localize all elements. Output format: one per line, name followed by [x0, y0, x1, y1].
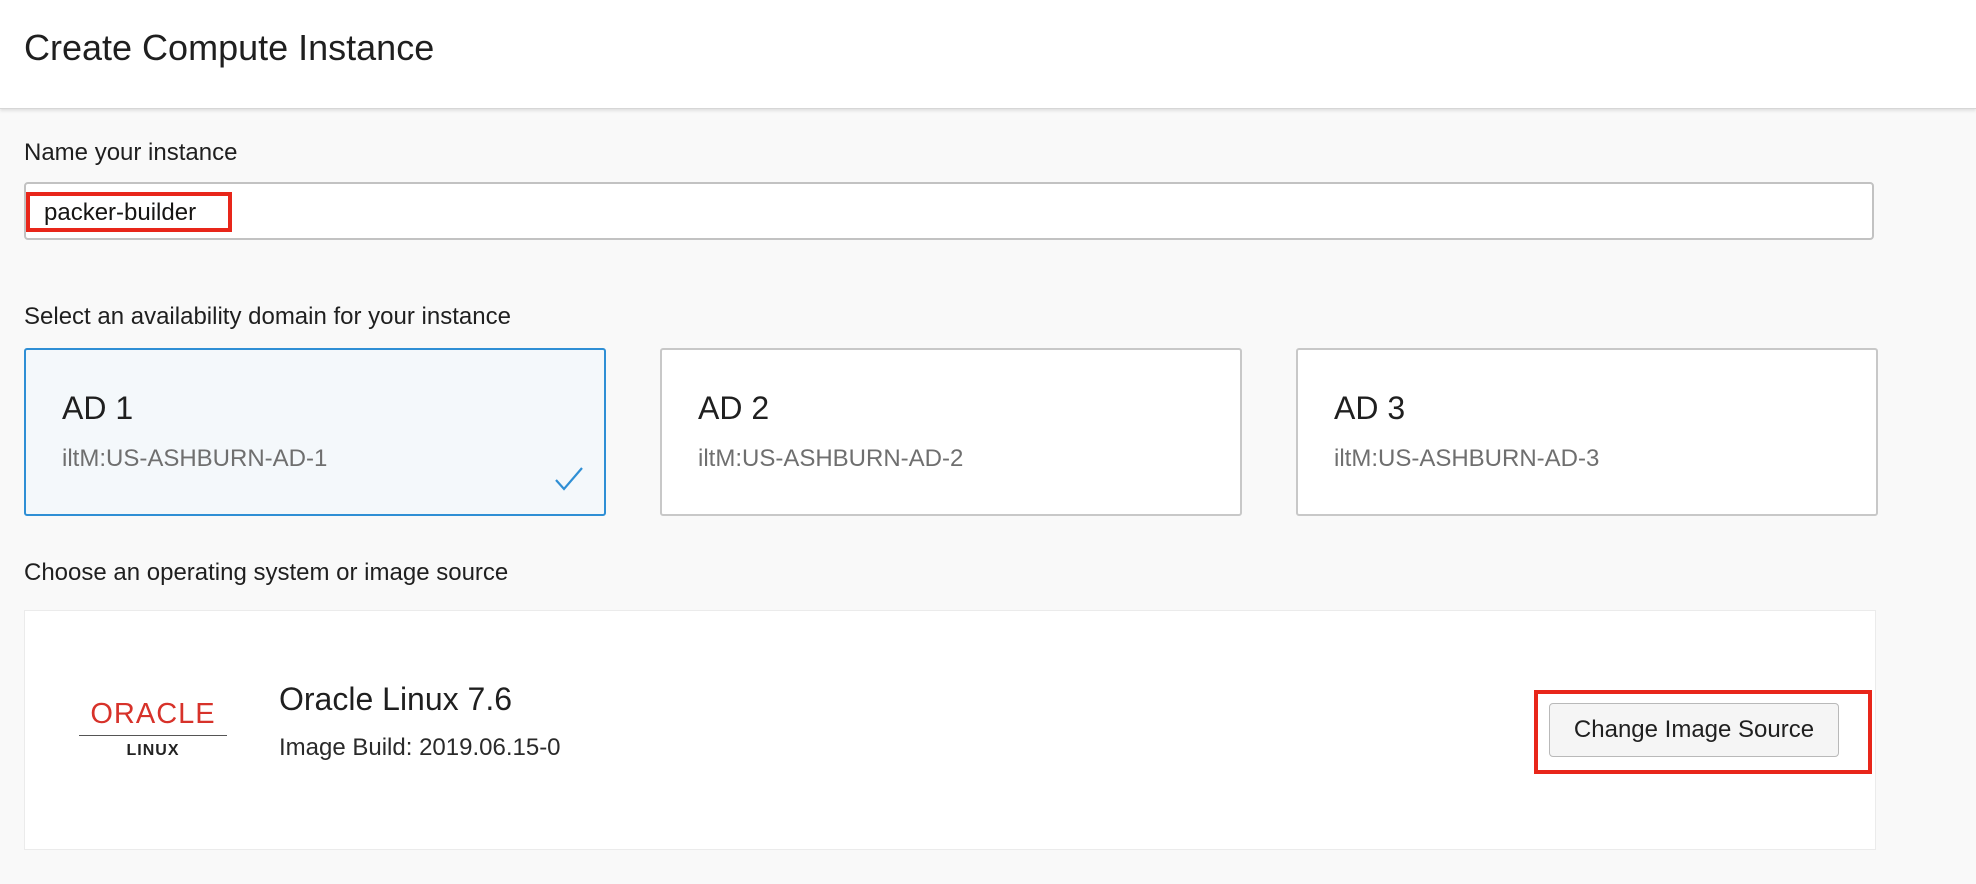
image-source-label: Choose an operating system or image sour… — [24, 559, 509, 586]
ad-option-title: AD 3 — [1334, 390, 1406, 426]
ad-option-1[interactable]: AD 1 iltM:US-ASHBURN-AD-1 — [24, 348, 606, 516]
ad-option-3[interactable]: AD 3 iltM:US-ASHBURN-AD-3 — [1296, 348, 1878, 516]
logo-divider — [79, 735, 227, 736]
ad-option-title: AD 2 — [698, 390, 770, 426]
instance-name-label: Name your instance — [24, 139, 238, 166]
os-name: Oracle Linux 7.6 — [279, 681, 513, 717]
page-title: Create Compute Instance — [24, 27, 435, 68]
button-highlight-box — [1534, 690, 1872, 774]
oracle-linux-logo-icon: ORACLE LINUX — [79, 699, 227, 761]
checkmark-icon — [555, 467, 583, 491]
availability-domain-label: Select an availability domain for your i… — [24, 303, 511, 330]
ad-option-2[interactable]: AD 2 iltM:US-ASHBURN-AD-2 — [660, 348, 1242, 516]
linux-logo-word: LINUX — [126, 742, 180, 759]
instance-name-field[interactable]: packer-builder — [24, 182, 1874, 240]
ad-option-title: AD 1 — [62, 390, 134, 426]
ad-option-subtitle: iltM:US-ASHBURN-AD-1 — [62, 445, 328, 472]
oracle-logo-word: ORACLE — [90, 698, 216, 730]
image-build: Image Build: 2019.06.15-0 — [279, 734, 561, 761]
ad-option-subtitle: iltM:US-ASHBURN-AD-2 — [698, 445, 964, 472]
ad-option-subtitle: iltM:US-ASHBURN-AD-3 — [1334, 445, 1600, 472]
page-header: Create Compute Instance — [0, 0, 1976, 109]
name-highlight-box — [26, 192, 232, 232]
